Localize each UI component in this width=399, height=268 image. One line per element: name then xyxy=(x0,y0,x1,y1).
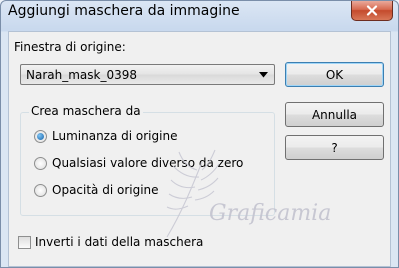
close-icon xyxy=(366,5,378,16)
checkbox-indicator[interactable] xyxy=(18,235,31,249)
source-window-select[interactable]: Narah_mask_0398 xyxy=(20,64,275,85)
watermark-logo: Graficamia xyxy=(166,149,331,238)
radio-luminance[interactable]: Luminanza di origine xyxy=(34,129,177,143)
cancel-button[interactable]: Annulla xyxy=(285,102,384,127)
dialog-window: Aggiungi maschera da immagine Finestra d… xyxy=(0,0,399,268)
radio-luminance-label: Luminanza di origine xyxy=(52,129,178,143)
source-window-value: Narah_mask_0398 xyxy=(26,68,138,82)
chevron-down-icon xyxy=(259,72,268,78)
radio-indicator[interactable] xyxy=(34,156,47,170)
window-title: Aggiungi maschera da immagine xyxy=(8,3,240,19)
radio-indicator[interactable] xyxy=(34,183,47,197)
close-button[interactable] xyxy=(351,1,393,21)
radio-indicator[interactable] xyxy=(34,129,47,143)
radio-opacity[interactable]: Opacità di origine xyxy=(34,183,159,197)
watermark-text: Graficamia xyxy=(209,201,331,226)
source-window-label: Finestra di origine: xyxy=(14,40,126,54)
ok-button[interactable]: OK xyxy=(285,62,384,87)
radio-opacity-label: Opacità di origine xyxy=(52,183,159,197)
mask-source-legend: Crea maschera da xyxy=(29,104,143,118)
dialog-client-area: Finestra di origine: Narah_mask_0398 OK … xyxy=(8,31,391,267)
